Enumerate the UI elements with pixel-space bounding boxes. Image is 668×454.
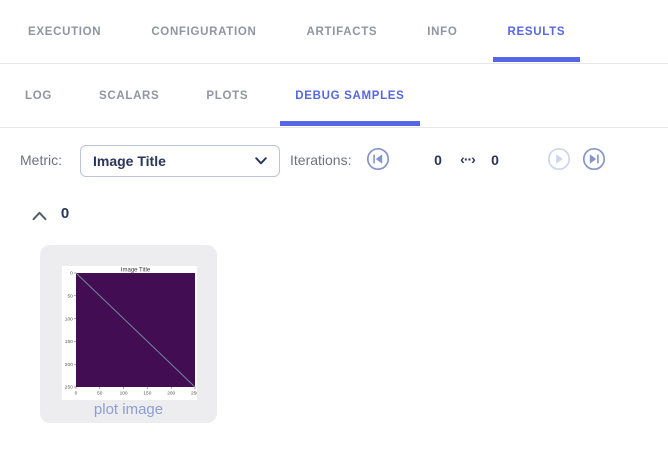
iteration-max-value: 0 bbox=[491, 152, 499, 168]
iteration-min-value: 0 bbox=[434, 152, 442, 168]
debug-sample-card[interactable]: Image Title 0 50 100 150 200 250 0 50 100 150 200 25… bbox=[40, 245, 217, 423]
play-next-icon bbox=[547, 147, 571, 171]
tab-info[interactable]: INFO bbox=[427, 0, 457, 63]
metric-select[interactable]: Image Title bbox=[80, 145, 280, 177]
iteration-range-arrow: ‹··› bbox=[460, 151, 476, 167]
tab-log[interactable]: LOG bbox=[25, 64, 52, 127]
svg-text:100: 100 bbox=[65, 316, 73, 322]
svg-text:50: 50 bbox=[67, 294, 73, 300]
results-tab-bar: LOG SCALARS PLOTS DEBUG SAMPLES bbox=[0, 64, 668, 128]
collapse-section-button[interactable] bbox=[26, 202, 50, 226]
svg-text:0: 0 bbox=[75, 391, 78, 397]
svg-text:0: 0 bbox=[70, 271, 73, 277]
tab-execution[interactable]: EXECUTION bbox=[28, 0, 101, 63]
plot-thumbnail: Image Title0501001502002500 50 100 150 200 25… bbox=[62, 266, 197, 400]
svg-text:200: 200 bbox=[167, 391, 175, 397]
metric-select-value: Image Title bbox=[93, 153, 166, 169]
tab-artifacts[interactable]: ARTIFACTS bbox=[307, 0, 378, 63]
skip-next-icon bbox=[582, 147, 606, 171]
svg-text:250: 250 bbox=[191, 391, 197, 397]
next-iteration-button[interactable] bbox=[547, 147, 571, 171]
chevron-down-icon bbox=[255, 157, 267, 165]
svg-text:200: 200 bbox=[65, 362, 73, 368]
svg-text:50: 50 bbox=[97, 391, 103, 397]
primary-tab-bar: EXECUTION CONFIGURATION ARTIFACTS INFO R… bbox=[0, 0, 668, 64]
tab-results[interactable]: RESULTS bbox=[492, 0, 580, 63]
svg-text:150: 150 bbox=[143, 391, 151, 397]
svg-text:250: 250 bbox=[65, 385, 73, 391]
iterations-label: Iterations: bbox=[290, 152, 352, 168]
svg-text:100: 100 bbox=[120, 391, 128, 397]
newest-iteration-button[interactable] bbox=[582, 147, 606, 171]
previous-iteration-button[interactable] bbox=[366, 147, 390, 171]
tab-configuration[interactable]: CONFIGURATION bbox=[151, 0, 256, 63]
results-debug-samples-view: EXECUTION CONFIGURATION ARTIFACTS INFO R… bbox=[0, 0, 668, 454]
tab-scalars[interactable]: SCALARS bbox=[99, 64, 159, 127]
skip-previous-icon bbox=[366, 147, 390, 171]
tab-debug-samples[interactable]: DEBUG SAMPLES bbox=[280, 64, 420, 127]
section-iteration-label: 0 bbox=[60, 205, 70, 222]
svg-text:150: 150 bbox=[65, 339, 73, 345]
svg-text:Image Title: Image Title bbox=[121, 268, 151, 274]
chevron-up-icon bbox=[32, 209, 47, 224]
debug-sample-caption: plot image bbox=[93, 401, 164, 418]
debug-samples-toolbar: Metric: Image Title Iterations: 0 ‹··› 0 bbox=[0, 128, 668, 195]
tab-plots[interactable]: PLOTS bbox=[206, 64, 248, 127]
metric-label: Metric: bbox=[20, 152, 62, 168]
